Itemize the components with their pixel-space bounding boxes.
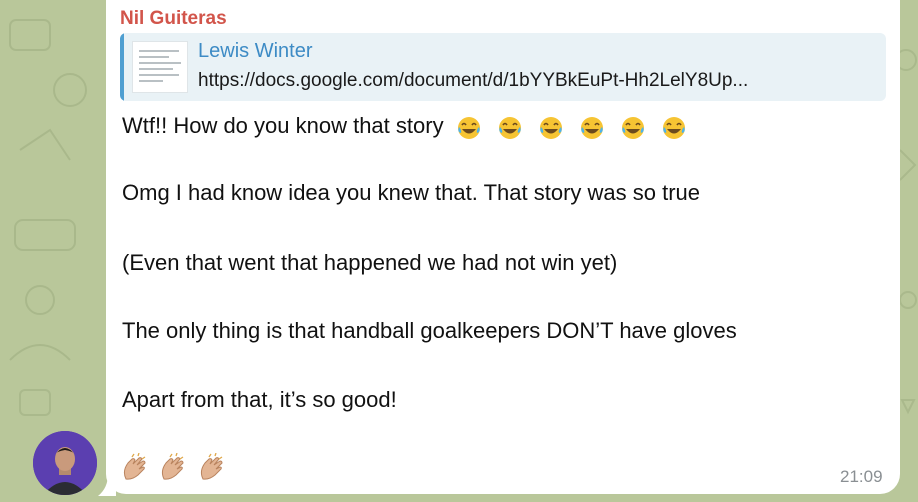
quote-author: Lewis Winter <box>198 40 313 62</box>
message-line-2: Omg I had know idea you knew that. That … <box>122 180 700 205</box>
joy-tears-icon <box>498 116 521 139</box>
joy-tears-icon <box>663 116 686 139</box>
message-line-3: (Even that went that happened we had not… <box>122 250 618 275</box>
message-timestamp: 21:09 <box>840 467 883 486</box>
avatar-person-icon <box>33 431 97 495</box>
clapping-hands-icon <box>123 453 146 480</box>
quote-accent-bar <box>120 33 124 101</box>
sender-name[interactable]: Nil Guiteras <box>120 8 227 30</box>
clapping-hands-icon <box>162 453 184 480</box>
joy-tears-icon <box>581 116 604 139</box>
joy-tears-icon <box>622 116 645 139</box>
message-line-1: Wtf!! How do you know that story <box>122 113 696 141</box>
avatar[interactable] <box>33 431 97 495</box>
document-thumbnail <box>132 41 188 93</box>
emoji-row <box>456 114 697 141</box>
reaction-row <box>120 453 231 483</box>
message-line-5: Apart from that, it’s so good! <box>122 387 397 412</box>
message-line-4: The only thing is that handball goalkeep… <box>122 318 737 343</box>
reply-quote[interactable]: Lewis Winter https://docs.google.com/doc… <box>120 33 886 101</box>
quote-text: https://docs.google.com/document/d/1bYYB… <box>198 70 749 91</box>
joy-tears-icon <box>457 116 480 139</box>
message-line-1-text: Wtf!! How do you know that story <box>122 113 444 138</box>
clapping-hands-icon <box>200 453 223 480</box>
joy-tears-icon <box>539 116 562 139</box>
